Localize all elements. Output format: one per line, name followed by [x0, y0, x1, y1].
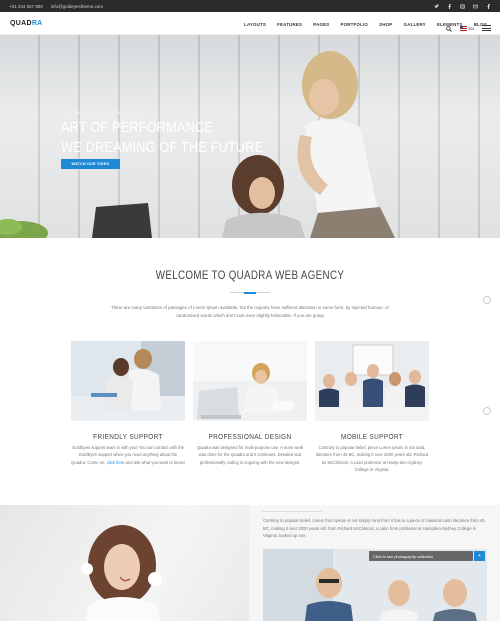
feature-professional-design: PROFESSIONAL DESIGN Quadra was designed …	[193, 341, 307, 466]
feature-title: FRIENDLY SUPPORT	[93, 432, 163, 441]
nav-item-gallery[interactable]: GALLERY	[404, 22, 426, 27]
hero-slider: Welcome to Quadra Creative Web Agency AR…	[0, 35, 500, 238]
top-bar: +01 234 567 890 info@goldeyestheme.com	[0, 0, 500, 12]
feature-title: PROFESSIONAL DESIGN	[208, 432, 292, 441]
side-chat-icon[interactable]	[483, 296, 491, 304]
feature-description: GoldEyes support team is with you! You c…	[71, 444, 185, 466]
nav-item-shop[interactable]: SHOP	[379, 22, 392, 27]
watch-video-button[interactable]: WATCH OUR VIDEO	[61, 159, 120, 169]
nav-item-pages[interactable]: PAGES	[313, 22, 329, 27]
hero-image	[0, 51, 395, 238]
nav-item-portfolio[interactable]: PORTFOLIO	[341, 22, 368, 27]
hamburger-menu-icon[interactable]	[482, 25, 491, 31]
nav-item-layouts[interactable]: LAYOUTS	[244, 22, 266, 27]
email-address[interactable]: info@goldeyestheme.com	[51, 4, 103, 9]
twitter-icon[interactable]	[432, 2, 440, 10]
title-divider	[230, 291, 270, 294]
phone-number[interactable]: +01 234 567 890	[9, 4, 43, 9]
side-scroll-icon[interactable]	[483, 407, 491, 415]
feature-friendly-support: FRIENDLY SUPPORT GoldEyes support team i…	[71, 341, 185, 466]
section-divider	[262, 511, 322, 512]
logo-text-accent: RA	[31, 20, 43, 27]
instagram-icon[interactable]	[458, 2, 466, 10]
hero-kicker: Welcome to Quadra Creative Web Agency	[61, 110, 148, 115]
hero-title-line-1: ART OF PERFORMANCE	[61, 119, 214, 136]
language-label: EN	[468, 25, 474, 31]
about-section: Contrary to popular belief, Lorem from I…	[249, 505, 500, 621]
social-links	[432, 2, 492, 10]
feature-image	[71, 341, 185, 421]
logo-text-main: QUAD	[10, 20, 32, 27]
click-here-link[interactable]: click here	[107, 460, 125, 465]
us-flag-icon	[459, 25, 467, 31]
mail-icon[interactable]	[471, 2, 479, 10]
contact-info: +01 234 567 890 info@goldeyestheme.com	[9, 4, 103, 9]
site-logo[interactable]: QUADRA	[10, 20, 43, 27]
feature-description-text-end: and ask what you want to know!	[124, 459, 185, 465]
feature-description: Contrary to popular belief, piece Lorem …	[315, 445, 429, 472]
feature-mobile-support: MOBILE SUPPORT Contrary to popular belie…	[315, 341, 429, 473]
about-paragraph: Contrary to popular belief, Lorem from I…	[263, 518, 485, 539]
nav-item-features[interactable]: FEATURES	[277, 22, 302, 27]
feature-image	[193, 341, 307, 421]
welcome-text: There are many variations of passages of…	[111, 305, 389, 318]
facebook-f-icon[interactable]	[484, 2, 492, 10]
feature-description: Quadra was designed for multi-purpose us…	[196, 445, 304, 465]
feature-image	[315, 341, 429, 421]
welcome-title: WELCOME TO QUADRA WEB AGENCY	[155, 270, 345, 282]
hero-title-line-2: WE DREAMING OF THE FUTURE	[61, 139, 264, 156]
main-header: QUADRA LAYOUTS FEATURES PAGES PORTFOLIO …	[0, 12, 500, 35]
facebook-icon[interactable]	[445, 2, 453, 10]
photo-caption: Click to see photography collection	[369, 551, 473, 561]
plus-icon[interactable]: +	[474, 551, 485, 561]
feature-title: MOBILE SUPPORT	[340, 432, 404, 441]
portrait-image	[0, 505, 249, 621]
language-selector[interactable]: EN	[459, 25, 474, 31]
